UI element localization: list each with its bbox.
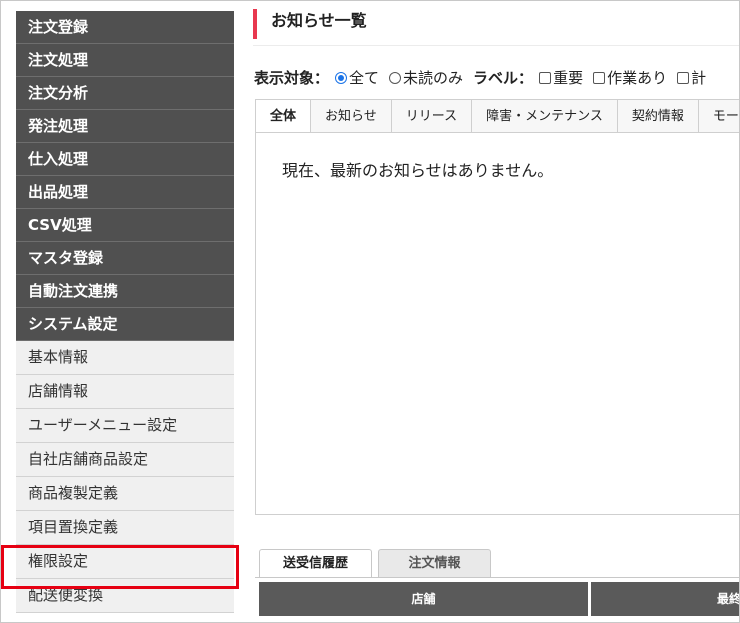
check-partial-icon[interactable] — [677, 72, 690, 84]
filter-row: 表示対象： 全て 未読のみ ラベル： 重要 作業あり計 — [254, 68, 706, 88]
tab-all[interactable]: 全体 — [255, 99, 312, 133]
empty-message: 現在、最新のお知らせはありません。 — [282, 161, 554, 180]
sidebar-subitem-own-store-product[interactable]: 自社店舗商品設定 — [16, 443, 234, 477]
title-divider — [253, 45, 739, 46]
sidebar-subitem-store-info[interactable]: 店舗情報 — [16, 375, 234, 409]
sidebar-item-purchase-order[interactable]: 発注処理 — [16, 110, 234, 143]
tab-contract[interactable]: 契約情報 — [617, 99, 699, 133]
sidebar-subitem-basic-info[interactable]: 基本情報 — [16, 341, 234, 375]
radio-unread-icon[interactable] — [389, 72, 402, 84]
subtab-divider — [255, 577, 739, 578]
check-partial[interactable]: 計 — [677, 69, 706, 87]
notice-tabs: 全体 お知らせ リリース 障害・メンテナンス 契約情報 モー — [255, 99, 739, 133]
page-title: お知らせ一覧 — [253, 9, 367, 39]
radio-all[interactable]: 全て — [335, 69, 379, 87]
sidebar-item-order-processing[interactable]: 注文処理 — [16, 44, 234, 77]
sidebar-item-system-settings[interactable]: システム設定 — [16, 308, 234, 341]
sidebar-subitem-delivery-convert[interactable]: 配送便変換 — [16, 579, 234, 613]
notice-panel: 現在、最新のお知らせはありません。 — [255, 132, 739, 515]
column-header-store[interactable]: 店舗 — [259, 582, 588, 616]
tab-maintenance[interactable]: 障害・メンテナンス — [472, 99, 618, 133]
sidebar-item-order-entry[interactable]: 注文登録 — [16, 11, 234, 44]
sidebar-item-order-analysis[interactable]: 注文分析 — [16, 77, 234, 110]
history-tabs: 送受信履歴 注文情報 — [259, 549, 497, 577]
check-work[interactable]: 作業あり — [593, 69, 667, 87]
app-window: 注文登録 注文処理 注文分析 発注処理 仕入処理 出品処理 CSV処理 マスタ登… — [0, 0, 740, 623]
sidebar-subitem-permissions[interactable]: 権限設定 — [16, 545, 234, 579]
check-important-icon[interactable] — [539, 72, 552, 84]
sidebar-item-listing[interactable]: 出品処理 — [16, 176, 234, 209]
sidebar-subitem-field-replace[interactable]: 項目置換定義 — [16, 511, 234, 545]
sidebar: 注文登録 注文処理 注文分析 発注処理 仕入処理 出品処理 CSV処理 マスタ登… — [16, 11, 234, 613]
tab-more[interactable]: モー — [698, 99, 739, 133]
history-table-header: 店舗 最終 — [259, 582, 739, 616]
sidebar-item-stocking[interactable]: 仕入処理 — [16, 143, 234, 176]
tab-send-receive-history[interactable]: 送受信履歴 — [259, 549, 372, 577]
tab-notice[interactable]: お知らせ — [311, 99, 392, 133]
radio-all-icon[interactable] — [335, 72, 348, 84]
column-header-last[interactable]: 最終 — [591, 582, 739, 616]
tab-release[interactable]: リリース — [391, 99, 473, 133]
sidebar-subitem-user-menu[interactable]: ユーザーメニュー設定 — [16, 409, 234, 443]
target-label: 表示対象： — [254, 69, 330, 87]
radio-unread[interactable]: 未読のみ — [389, 69, 463, 87]
label-label: ラベル： — [473, 69, 534, 87]
check-important[interactable]: 重要 — [539, 69, 583, 87]
check-work-icon[interactable] — [593, 72, 606, 84]
sidebar-item-master[interactable]: マスタ登録 — [16, 242, 234, 275]
tab-order-info[interactable]: 注文情報 — [378, 549, 491, 577]
sidebar-item-auto-order[interactable]: 自動注文連携 — [16, 275, 234, 308]
sidebar-item-csv[interactable]: CSV処理 — [16, 209, 234, 242]
sidebar-subitem-product-copy[interactable]: 商品複製定義 — [16, 477, 234, 511]
